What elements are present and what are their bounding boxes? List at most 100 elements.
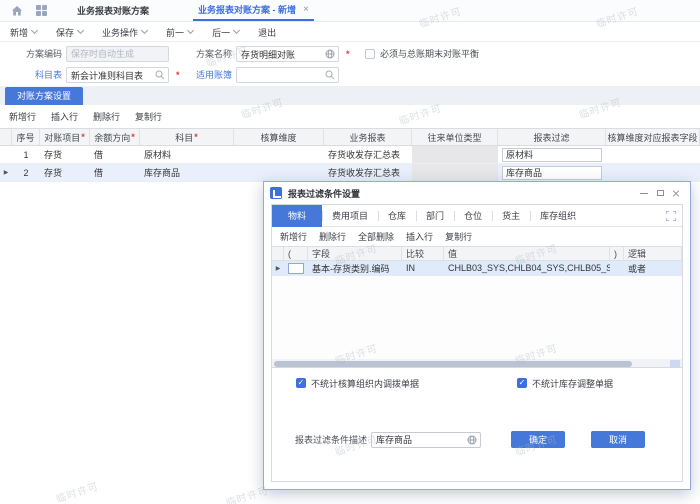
scrollbar-thumb[interactable] <box>274 361 632 367</box>
exclude-adjustment-field[interactable]: ✓ 不统计库存调整单据 <box>517 377 613 390</box>
cell-filter[interactable]: 库存商品 <box>498 164 606 181</box>
tab-report-plan-list[interactable]: 业务报表对账方案 <box>71 0 155 21</box>
delete-row-button[interactable]: 删除行 <box>93 110 120 123</box>
cell-seq: 2 <box>12 164 40 181</box>
plan-code-label: 方案编码 <box>0 46 62 62</box>
tab-inventory-org[interactable]: 库存组织 <box>530 205 586 227</box>
search-icon[interactable] <box>325 70 335 80</box>
col-compare: 比较 <box>402 247 444 260</box>
plan-code-input[interactable] <box>66 46 169 62</box>
cell-dimension[interactable] <box>234 164 324 181</box>
required-marker: * <box>346 46 350 62</box>
cell-report[interactable]: 存货收发存汇总表 <box>324 164 412 181</box>
table-row-selected[interactable]: ▶ 2 存货 借 库存商品 存货收发存汇总表 库存商品 <box>0 164 700 182</box>
tab-warehouse[interactable]: 仓库 <box>378 205 416 227</box>
tab-report-plan-new[interactable]: 业务报表对账方案 - 新增 × <box>193 0 314 21</box>
close-button[interactable] <box>668 186 684 200</box>
cell-item[interactable]: 存货 <box>40 164 90 181</box>
tab-bin-location[interactable]: 仓位 <box>454 205 492 227</box>
cell-subject[interactable]: 库存商品 <box>140 164 234 181</box>
exclude-transfer-field[interactable]: ✓ 不统计核算组织内调拨单据 <box>296 377 419 390</box>
balance-check-field[interactable]: 必须与总账期末对账平衡 <box>365 47 479 60</box>
cell-dim-field[interactable] <box>606 164 700 181</box>
multilingual-globe-icon[interactable] <box>467 435 477 445</box>
cell-filter[interactable]: 原材料 <box>498 146 606 163</box>
col-rparen: ) <box>610 247 624 260</box>
cell-field[interactable]: 基本-存货类别.编码 <box>308 261 402 275</box>
dialog-options-row: ✓ 不统计核算组织内调拨单据 ✓ 不统计库存调整单据 <box>272 368 682 398</box>
plan-name-input[interactable] <box>236 46 339 62</box>
cell-subject[interactable]: 原材料 <box>140 146 234 163</box>
chevron-down-icon <box>233 27 240 34</box>
chevron-down-icon <box>187 27 194 34</box>
tab-expense-item[interactable]: 费用项目 <box>322 205 378 227</box>
col-direction: 余额方向* <box>90 129 140 145</box>
cell-logic[interactable]: 或者 <box>624 261 682 275</box>
next-button[interactable]: 后一 <box>212 26 239 39</box>
account-table-label[interactable]: 科目表 <box>0 67 62 83</box>
exclude-adjustment-label: 不统计库存调整单据 <box>532 377 613 390</box>
home-icon[interactable] <box>11 5 23 17</box>
horizontal-scrollbar[interactable] <box>272 359 682 368</box>
col-subject: 科目* <box>140 129 234 145</box>
col-item: 对账项目* <box>40 129 90 145</box>
new-button[interactable]: 新增 <box>10 26 37 39</box>
cell-direction[interactable]: 借 <box>90 164 140 181</box>
cell-dim-field[interactable] <box>606 146 700 163</box>
col-logic: 逻辑 <box>624 247 682 260</box>
col-field: 字段 <box>308 247 402 260</box>
add-row-button[interactable]: 新增行 <box>280 230 307 243</box>
exit-button[interactable]: 退出 <box>258 26 276 39</box>
filter-desc-input[interactable] <box>371 432 481 448</box>
close-icon <box>672 189 680 197</box>
main-toolbar: 新增 保存 业务操作 前一 后一 退出 <box>0 23 700 42</box>
cell-lparen[interactable] <box>284 261 308 275</box>
delete-row-button[interactable]: 删除行 <box>319 230 346 243</box>
scrollbar-corner <box>670 360 680 367</box>
account-table-input[interactable] <box>66 67 169 83</box>
dialog-titlebar[interactable]: 报表过滤条件设置 <box>264 182 690 204</box>
checked-checkbox[interactable]: ✓ <box>296 378 306 388</box>
apps-grid-icon[interactable] <box>36 5 47 16</box>
cell-rparen[interactable] <box>610 261 624 275</box>
tab-department[interactable]: 部门 <box>416 205 454 227</box>
insert-row-button[interactable]: 插入行 <box>406 230 433 243</box>
condition-row-selected[interactable]: ▶ 基本-存货类别.编码 IN CHLB03_SYS,CHLB04_SYS,CH… <box>272 261 682 276</box>
reconciliation-grid: 序号 对账项目* 余额方向* 科目* 核算维度 业务报表 往来单位类型 报表过滤… <box>0 128 700 182</box>
save-button[interactable]: 保存 <box>56 26 83 39</box>
fullscreen-icon[interactable] <box>666 211 676 221</box>
dialog-tabs: 物料 费用项目 仓库 部门 仓位 货主 库存组织 <box>272 205 682 227</box>
ok-button[interactable]: 确定 <box>511 431 565 448</box>
tab-reconciliation-plan-settings[interactable]: 对账方案设置 <box>5 87 83 105</box>
previous-button[interactable]: 前一 <box>166 26 193 39</box>
maximize-button[interactable] <box>652 186 668 200</box>
balance-checkbox[interactable] <box>365 49 375 59</box>
copy-row-button[interactable]: 复制行 <box>445 230 472 243</box>
cell-dimension[interactable] <box>234 146 324 163</box>
checked-checkbox[interactable]: ✓ <box>517 378 527 388</box>
cell-direction[interactable]: 借 <box>90 146 140 163</box>
insert-row-button[interactable]: 插入行 <box>51 110 78 123</box>
add-row-button[interactable]: 新增行 <box>9 110 36 123</box>
col-lparen: ( <box>284 247 308 260</box>
grid-header: 序号 对账项目* 余额方向* 科目* 核算维度 业务报表 往来单位类型 报表过滤… <box>0 129 700 146</box>
col-dimension: 核算维度 <box>234 129 324 145</box>
cell-report[interactable]: 存货收发存汇总表 <box>324 146 412 163</box>
cell-item[interactable]: 存货 <box>40 146 90 163</box>
book-input[interactable] <box>236 67 339 83</box>
tab-owner[interactable]: 货主 <box>492 205 530 227</box>
table-row[interactable]: 1 存货 借 原材料 存货收发存汇总表 原材料 <box>0 146 700 164</box>
copy-row-button[interactable]: 复制行 <box>135 110 162 123</box>
cell-compare[interactable]: IN <box>402 261 444 275</box>
book-label[interactable]: 适用账簿 <box>162 67 232 83</box>
cancel-button[interactable]: 取消 <box>591 431 645 448</box>
col-filter: 报表过滤 <box>498 129 606 145</box>
multilingual-globe-icon[interactable] <box>325 49 335 59</box>
tab-material[interactable]: 物料 <box>272 205 322 227</box>
tab-close-icon[interactable]: × <box>303 5 309 15</box>
delete-all-button[interactable]: 全部删除 <box>358 230 394 243</box>
cell-value[interactable]: CHLB03_SYS,CHLB04_SYS,CHLB05_SYS <box>444 261 610 275</box>
tab-report-plan-new-label: 业务报表对账方案 - 新增 <box>198 3 296 16</box>
minimize-button[interactable] <box>636 186 652 200</box>
business-operation-button[interactable]: 业务操作 <box>102 26 147 39</box>
